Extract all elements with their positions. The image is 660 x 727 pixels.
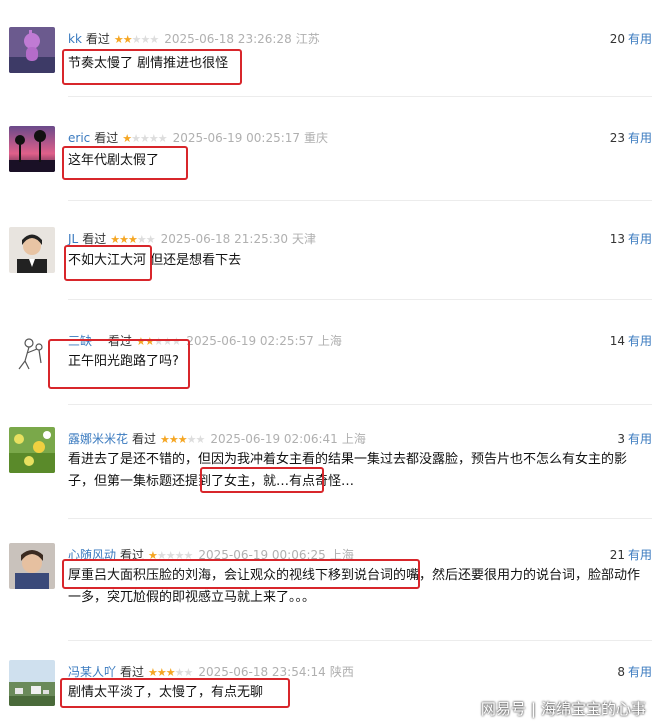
landscape-avatar[interactable] <box>9 660 55 706</box>
useful-vote-button[interactable]: 23 有用 <box>610 129 652 146</box>
highlight-box <box>200 467 324 493</box>
useful-vote-button[interactable]: 14 有用 <box>610 332 652 349</box>
vote-count: 20 <box>609 32 625 46</box>
username-link[interactable]: kk <box>68 32 82 46</box>
divider <box>68 640 652 641</box>
highlight-box <box>48 339 190 389</box>
useful-label: 有用 <box>627 32 652 46</box>
watched-label: 看过 <box>94 131 119 145</box>
vote-count: 3 <box>617 432 625 446</box>
watched-label: 看过 <box>132 432 157 446</box>
watermark-separator: | <box>530 700 536 718</box>
flower-field-avatar[interactable] <box>9 427 55 473</box>
review-time: 2025-06-18 21:25:30 <box>160 232 289 246</box>
watched-label: 看过 <box>82 232 107 246</box>
useful-vote-button[interactable]: 8 有用 <box>617 663 652 680</box>
vote-count: 21 <box>609 548 625 562</box>
useful-vote-button[interactable]: 13 有用 <box>610 230 652 247</box>
review-time: 2025-06-19 02:06:41 <box>210 432 338 446</box>
review-location: 重庆 <box>304 131 329 145</box>
highlight-box <box>60 678 290 708</box>
vote-count: 14 <box>609 334 625 348</box>
useful-label: 有用 <box>627 232 652 246</box>
username-link[interactable]: JL <box>68 232 78 246</box>
review-location: 江苏 <box>295 32 320 46</box>
review-location: 上海 <box>341 432 366 446</box>
review-location: 天津 <box>292 232 317 246</box>
review-location: 上海 <box>317 334 342 348</box>
useful-vote-button[interactable]: 21 有用 <box>610 546 652 563</box>
username-link[interactable]: 冯某人吖 <box>68 665 116 679</box>
divider <box>68 299 652 300</box>
highlight-box <box>62 49 242 85</box>
useful-vote-button[interactable]: 3 有用 <box>617 430 652 447</box>
pink-cartoon-avatar[interactable] <box>9 27 55 73</box>
divider <box>68 200 652 201</box>
useful-label: 有用 <box>627 548 652 562</box>
vote-count: 23 <box>609 131 625 145</box>
review-time: 2025-06-19 00:25:17 <box>172 131 301 145</box>
watched-label: 看过 <box>85 32 110 46</box>
useful-label: 有用 <box>627 131 652 145</box>
review-time: 2025-06-19 02:25:57 <box>186 334 314 348</box>
review-content: 看进去了是还不错的，但因为我冲着女主看的结果一集过去都没露脸，预告片也不怎么有女… <box>68 452 628 489</box>
username-link[interactable]: eric <box>68 131 90 145</box>
divider <box>68 404 652 405</box>
highlight-box <box>62 559 420 589</box>
watched-label: 看过 <box>120 665 145 679</box>
vote-count: 13 <box>609 232 625 246</box>
sunset-palm-avatar[interactable] <box>9 126 55 172</box>
divider <box>68 96 652 97</box>
watermark-brand: 网易号 <box>480 700 526 718</box>
username-link[interactable]: 露娜米米花 <box>68 432 128 446</box>
useful-vote-button[interactable]: 20 有用 <box>610 30 652 47</box>
review-time: 2025-06-18 23:54:14 <box>198 665 326 679</box>
review-time: 2025-06-18 23:26:28 <box>164 32 292 46</box>
watermark: 网易号 | 海绵宝宝的心事 <box>481 698 646 719</box>
review-content: 不如大江大河 但还是想看下去 <box>68 253 242 268</box>
highlight-box <box>64 245 152 281</box>
highlight-box <box>62 146 188 180</box>
vote-count: 8 <box>617 665 625 679</box>
useful-label: 有用 <box>627 334 652 348</box>
useful-label: 有用 <box>627 432 652 446</box>
watermark-author: 海绵宝宝的心事 <box>540 700 646 718</box>
rating-stars: ★★★★★ <box>113 33 159 46</box>
divider <box>68 518 652 519</box>
rating-stars: ★★★★★ <box>122 132 167 145</box>
useful-label: 有用 <box>627 665 652 679</box>
selfie-avatar[interactable] <box>9 543 55 589</box>
review-location: 陕西 <box>329 665 354 679</box>
person-portrait-avatar[interactable] <box>9 227 55 273</box>
rating-stars: ★★★★★ <box>160 433 205 446</box>
